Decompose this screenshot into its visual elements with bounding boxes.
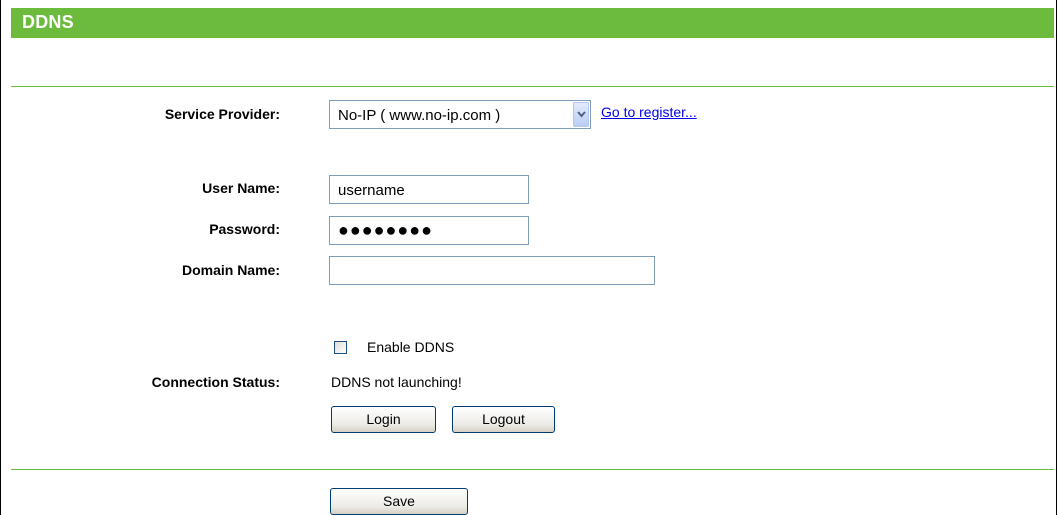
go-to-register-link[interactable]: Go to register... bbox=[601, 104, 697, 120]
dropdown-arrow-icon[interactable] bbox=[573, 102, 589, 127]
domain-name-label: Domain Name: bbox=[181, 262, 280, 278]
password-masked-value: ●●●●●●●● bbox=[338, 220, 433, 240]
service-provider-label: Service Provider: bbox=[164, 106, 280, 122]
service-provider-value: No-IP ( www.no-ip.com ) bbox=[338, 107, 501, 124]
password-input[interactable]: ●●●●●●●● bbox=[329, 216, 529, 245]
login-button[interactable]: Login bbox=[331, 406, 436, 433]
page-frame: DDNS Service Provider: No-IP ( www.no-ip… bbox=[0, 0, 1057, 515]
enable-ddns-checkbox[interactable] bbox=[334, 341, 347, 354]
service-provider-select[interactable]: No-IP ( www.no-ip.com ) bbox=[329, 100, 591, 129]
bottom-divider bbox=[11, 469, 1054, 470]
chevron-down-icon bbox=[577, 111, 586, 118]
page-title: DDNS bbox=[22, 12, 74, 32]
save-button[interactable]: Save bbox=[330, 488, 468, 515]
user-name-input[interactable]: username bbox=[329, 175, 529, 204]
domain-name-input[interactable] bbox=[329, 256, 655, 285]
connection-status-value: DDNS not launching! bbox=[331, 374, 462, 390]
connection-status-label: Connection Status: bbox=[151, 374, 280, 390]
header-bar: DDNS bbox=[11, 8, 1054, 38]
logout-button[interactable]: Logout bbox=[452, 406, 555, 433]
enable-ddns-label: Enable DDNS bbox=[367, 339, 455, 355]
password-label: Password: bbox=[209, 221, 280, 237]
user-name-label: User Name: bbox=[202, 180, 280, 196]
top-divider bbox=[11, 86, 1054, 87]
